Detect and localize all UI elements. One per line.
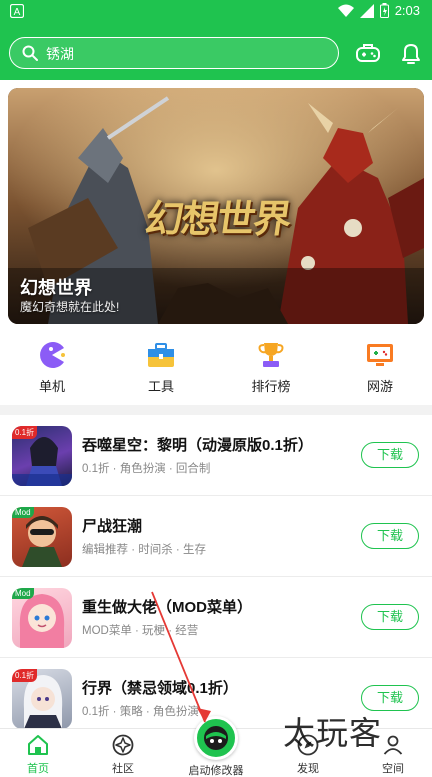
community-icon <box>112 734 134 756</box>
launcher-label: 启动修改器 <box>188 765 244 777</box>
game-title: 行界（禁忌领域0.1折） <box>82 680 238 697</box>
toolbox-icon <box>148 343 174 367</box>
tab-home[interactable]: 首页 <box>8 733 68 776</box>
banner-title: 幻想世界 <box>20 278 92 298</box>
space-icon <box>383 735 403 755</box>
svg-text:A: A <box>14 7 21 18</box>
game-badge: 0.1折 <box>12 669 38 682</box>
banner-logo: 幻想世界 <box>142 196 293 241</box>
game-tags: 编辑推荐 · 时间杀 · 生存 <box>82 544 206 556</box>
gamepad-screen-icon <box>367 344 393 366</box>
game-title: 吞噬星空：黎明（动漫原版0.1折） <box>82 437 313 454</box>
category-online-games[interactable]: 网游 <box>340 336 420 395</box>
featured-banner[interactable]: 幻想世界 幻想世界 魔幻奇想就在此处! <box>8 88 424 324</box>
category-single-player[interactable]: 单机 <box>12 336 92 395</box>
download-button[interactable]: 下载 <box>361 523 419 549</box>
download-button[interactable]: 下载 <box>361 442 419 468</box>
game-list-item[interactable]: Mod 尸战狂潮 编辑推荐 · 时间杀 · 生存 下载 <box>0 497 432 577</box>
home-icon <box>28 735 48 755</box>
game-badge: 0.1折 <box>12 426 38 439</box>
game-tags: 0.1折 · 策略 · 角色扮演 <box>82 706 199 718</box>
category-label: 单机 <box>38 379 65 394</box>
game-badge: Mod <box>12 507 34 518</box>
search-placeholder: 锈湖 <box>46 46 74 62</box>
game-tags: MOD菜单 · 玩梗 · 经营 <box>82 625 199 637</box>
category-tools[interactable]: 工具 <box>121 336 201 395</box>
top-bar: 锈湖 <box>0 24 432 80</box>
category-label: 网游 <box>366 379 393 394</box>
search-icon <box>22 45 38 61</box>
android-a-icon: A <box>10 4 24 18</box>
tab-community[interactable]: 社区 <box>93 733 153 776</box>
category-ranking[interactable]: 排行榜 <box>231 336 311 395</box>
game-thumbnail: Mod <box>12 507 72 567</box>
bell-icon[interactable] <box>398 41 424 67</box>
discover-icon <box>297 734 319 756</box>
tab-label: 首页 <box>27 763 49 775</box>
category-label: 工具 <box>147 379 174 394</box>
category-label: 排行榜 <box>251 379 291 394</box>
game-tags: 0.1折 · 角色扮演 · 回合制 <box>82 463 211 475</box>
tab-space[interactable]: 空间 <box>363 733 423 776</box>
battery-icon <box>379 3 389 18</box>
trophy-icon <box>258 343 284 367</box>
category-row: 单机 工具 排行榜 网游 <box>0 336 432 400</box>
status-bar: A 2:03 <box>0 0 432 24</box>
launcher-button[interactable] <box>194 716 238 760</box>
game-thumbnail: Mod <box>12 588 72 648</box>
banner-subtitle: 魔幻奇想就在此处! <box>20 300 120 314</box>
launcher-icon <box>204 726 228 750</box>
status-time: 2:03 <box>394 3 420 18</box>
game-title: 重生做大佬（MOD菜单） <box>82 599 252 616</box>
download-button[interactable]: 下载 <box>361 685 419 711</box>
section-divider <box>0 405 432 415</box>
tab-discover[interactable]: 发现 <box>278 733 338 776</box>
signal-icon <box>359 3 374 18</box>
tab-label: 发现 <box>297 763 319 775</box>
search-box[interactable]: 锈湖 <box>9 37 339 69</box>
download-button[interactable]: 下载 <box>361 604 419 630</box>
game-badge: Mod <box>12 588 34 599</box>
wifi-icon <box>337 4 354 17</box>
gamepad-icon[interactable] <box>355 41 381 67</box>
pacman-icon <box>40 342 65 368</box>
game-list-item[interactable]: Mod 重生做大佬（MOD菜单） MOD菜单 · 玩梗 · 经营 下载 <box>0 578 432 658</box>
game-list-item[interactable]: 0.1折 吞噬星空：黎明（动漫原版0.1折） 0.1折 · 角色扮演 · 回合制… <box>0 416 432 496</box>
tab-label: 社区 <box>112 763 134 775</box>
game-thumbnail: 0.1折 <box>12 669 72 729</box>
game-title: 尸战狂潮 <box>82 518 143 535</box>
game-thumbnail: 0.1折 <box>12 426 72 486</box>
tab-label: 空间 <box>382 763 404 775</box>
